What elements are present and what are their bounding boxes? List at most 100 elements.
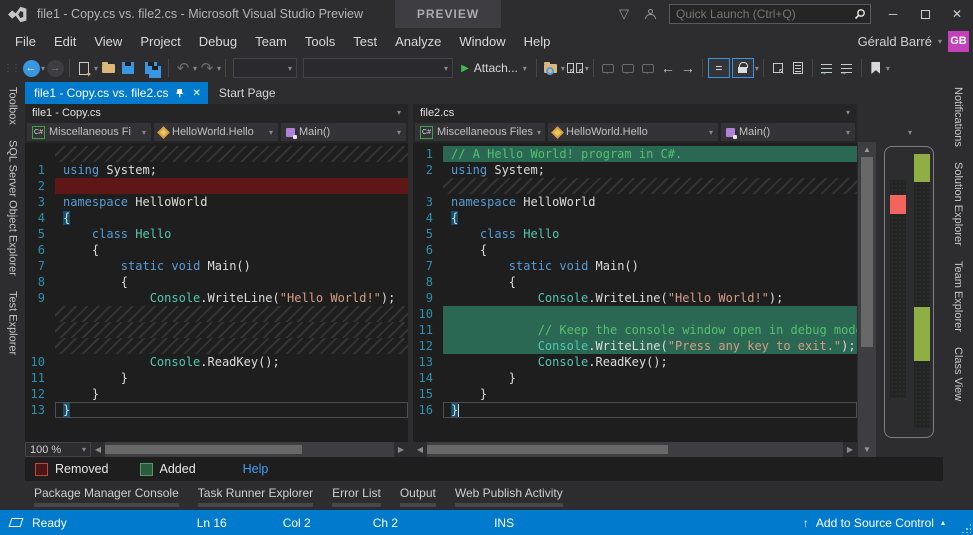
removed-block-marker[interactable] <box>890 195 906 214</box>
menu-debug[interactable]: Debug <box>190 31 246 52</box>
new-file-button[interactable] <box>74 56 94 80</box>
toolbar-overflow-icon[interactable]: ▾ <box>886 64 890 73</box>
navigate-forward-button[interactable]: → <box>45 56 65 80</box>
code-line[interactable]: 10 <box>413 306 857 322</box>
code-line[interactable]: 4{ <box>25 210 408 226</box>
view-mode-dropdown-icon[interactable]: ▾ <box>755 64 759 73</box>
code-line[interactable]: 2using System; <box>413 162 857 178</box>
code-line[interactable]: 2 <box>25 178 408 194</box>
menu-team[interactable]: Team <box>246 31 296 52</box>
compare-files-button[interactable] <box>565 56 585 80</box>
code-line[interactable]: 5 class Hello <box>413 226 857 242</box>
right-member-dropdown[interactable]: Main() ▾ <box>721 123 855 141</box>
right-code-editor[interactable]: 1// A Hello World! program in C#.2using … <box>413 143 857 442</box>
right-horizontal-scrollbar[interactable] <box>427 442 843 457</box>
close-button[interactable]: ✕ <box>941 0 973 28</box>
sidebar-tab-toolbox[interactable]: Toolbox <box>7 87 19 125</box>
add-comment-button[interactable] <box>618 56 638 80</box>
previous-difference-button[interactable]: ← <box>658 56 678 80</box>
sidebar-tab-notifications[interactable]: Notifications <box>952 87 964 147</box>
code-line[interactable]: 3namespace HelloWorld <box>25 194 408 210</box>
sidebar-tab-team-explorer[interactable]: Team Explorer <box>952 261 964 332</box>
find-in-files-button[interactable] <box>541 56 561 80</box>
sidebar-tab-solution-explorer[interactable]: Solution Explorer <box>952 162 964 246</box>
menu-test[interactable]: Test <box>344 31 386 52</box>
tab-web-publish-activity[interactable]: Web Publish Activity <box>455 486 563 507</box>
right-project-dropdown[interactable]: C# Miscellaneous Files ▾ <box>415 123 545 141</box>
code-line[interactable] <box>25 306 408 322</box>
synchronize-views-toggle[interactable] <box>732 58 754 78</box>
menu-view[interactable]: View <box>85 31 131 52</box>
next-difference-button[interactable]: → <box>678 56 698 80</box>
add-to-source-control-button[interactable]: ↑ Add to Source Control ▴ <box>803 516 945 530</box>
code-line[interactable]: 5 class Hello <box>25 226 408 242</box>
menu-tools[interactable]: Tools <box>296 31 344 52</box>
configuration-combo[interactable]: ▾ <box>233 58 297 78</box>
quick-launch-box[interactable] <box>669 4 871 24</box>
undo-button[interactable]: ↶ <box>173 56 193 80</box>
save-all-button[interactable] <box>138 56 164 80</box>
user-avatar[interactable]: GB <box>948 31 969 52</box>
right-pane-header-dropdown-icon[interactable]: ▾ <box>846 108 850 117</box>
menu-project[interactable]: Project <box>131 31 189 52</box>
uncomment-button[interactable] <box>837 56 857 80</box>
scroll-up-icon[interactable]: ▲ <box>858 145 876 154</box>
feedback-filter-icon[interactable]: ▽ <box>611 6 637 22</box>
left-pane-header-dropdown-icon[interactable]: ▾ <box>397 108 401 117</box>
tab-error-list[interactable]: Error List <box>332 486 381 507</box>
toolbar-grip[interactable]: ⋮⋮ <box>3 63 19 74</box>
scroll-left-icon[interactable]: ◀ <box>413 445 427 454</box>
side-by-side-view-toggle[interactable]: = <box>708 58 730 78</box>
scroll-down-icon[interactable]: ▼ <box>858 445 876 454</box>
code-line[interactable]: 8 { <box>413 274 857 290</box>
code-line[interactable]: 11 } <box>25 370 408 386</box>
tab-package-manager-console[interactable]: Package Manager Console <box>34 486 179 507</box>
bookmark-button[interactable] <box>866 56 886 80</box>
quick-launch-input[interactable] <box>670 7 850 21</box>
code-line[interactable]: 10 Console.ReadKey(); <box>25 354 408 370</box>
left-code-editor[interactable]: 1using System;23namespace HelloWorld4{5 … <box>25 143 408 442</box>
tab-start-page[interactable]: Start Page <box>208 82 287 104</box>
tab-output[interactable]: Output <box>400 486 436 507</box>
code-line[interactable]: 12 } <box>25 386 408 402</box>
user-name[interactable]: Gérald Barré <box>858 34 932 49</box>
left-member-dropdown[interactable]: Main() ▾ <box>281 123 406 141</box>
scroll-right-icon[interactable]: ▶ <box>843 445 857 454</box>
added-block-marker-top[interactable] <box>914 154 930 182</box>
code-line[interactable]: 16} <box>413 402 857 418</box>
compare-dropdown-icon[interactable]: ▾ <box>585 64 589 73</box>
minimize-button[interactable]: ─ <box>877 0 909 28</box>
code-line[interactable]: 9 Console.WriteLine("Hello World!"); <box>413 290 857 306</box>
user-dropdown-icon[interactable]: ▾ <box>938 37 942 46</box>
help-link[interactable]: Help <box>243 462 269 476</box>
scroll-right-icon[interactable]: ▶ <box>394 445 408 454</box>
menu-file[interactable]: File <box>6 31 45 52</box>
menu-window[interactable]: Window <box>450 31 514 52</box>
code-line[interactable] <box>25 322 408 338</box>
sidebar-tab-class-view[interactable]: Class View <box>952 347 964 401</box>
code-line[interactable] <box>25 338 408 354</box>
menu-analyze[interactable]: Analyze <box>386 31 450 52</box>
open-file-button[interactable] <box>98 56 118 80</box>
resize-grip[interactable] <box>961 523 971 533</box>
attach-button[interactable]: ▶ Attach... ▾ <box>456 61 532 75</box>
code-line[interactable]: 6 { <box>25 242 408 258</box>
zoom-level-dropdown[interactable]: 100 % ▾ <box>25 442 91 457</box>
tab-diff-file1-vs-file2[interactable]: file1 - Copy.cs vs. file2.cs ✕ <box>25 82 208 104</box>
code-line[interactable]: 15 } <box>413 386 857 402</box>
next-comment-button[interactable] <box>638 56 658 80</box>
code-line[interactable]: 7 static void Main() <box>413 258 857 274</box>
left-horizontal-scrollbar[interactable] <box>105 442 394 457</box>
code-line[interactable]: 13} <box>25 402 408 418</box>
right-file-map-track[interactable] <box>914 154 930 428</box>
code-line[interactable]: 1using System; <box>25 162 408 178</box>
sidebar-tab-sql-server-object-explorer[interactable]: SQL Server Object Explorer <box>7 140 19 276</box>
select-mode-button[interactable] <box>768 56 788 80</box>
menu-help[interactable]: Help <box>515 31 560 52</box>
vertical-scrollbar[interactable]: ▲ ▼ <box>857 104 877 457</box>
left-project-dropdown[interactable]: C# Miscellaneous Fi ▾ <box>27 123 151 141</box>
document-outline-button[interactable] <box>788 56 808 80</box>
comment-out-button[interactable] <box>817 56 837 80</box>
code-line[interactable]: 12 Console.WriteLine("Press any key to e… <box>413 338 857 354</box>
code-line[interactable]: 13 Console.ReadKey(); <box>413 354 857 370</box>
